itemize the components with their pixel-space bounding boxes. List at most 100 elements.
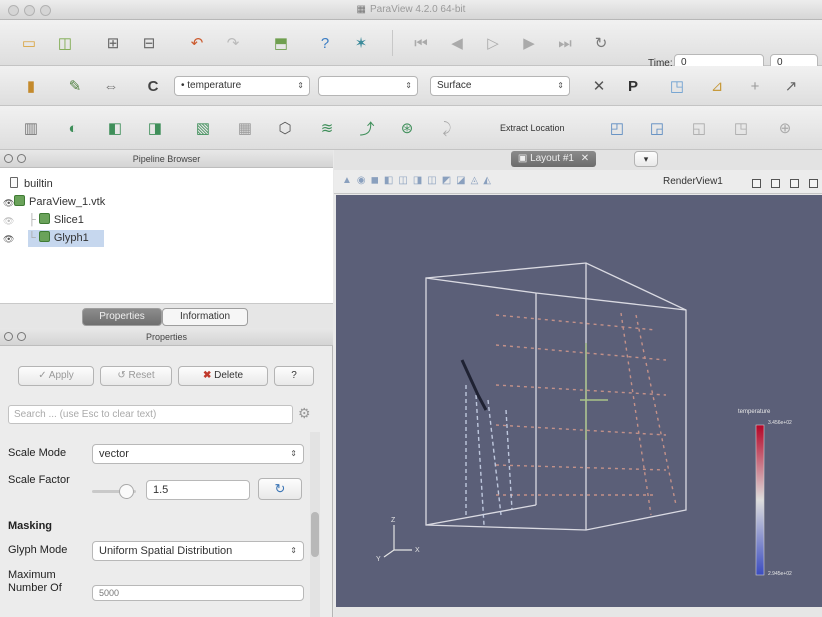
rescale-range-icon[interactable]: ⇔ (100, 75, 122, 97)
custom-range-icon[interactable]: C (142, 75, 164, 97)
masking-heading: Masking (8, 520, 53, 532)
scale-factor-input[interactable]: 1.5 (146, 480, 250, 500)
find-data-icon[interactable]: ✶ (350, 32, 372, 54)
pipeline-item-glyph1[interactable]: └ Glyph1 (28, 230, 104, 247)
main-toolbar: ▭ ◫ ⊞ ⊟ ↶ ↷ ⬒ ? ✶ ⏮ ◀ ▷ ▶ ⏭ ↻ Time: 0 0 (0, 20, 822, 72)
close-tab-icon[interactable]: ✕ (581, 153, 589, 164)
svg-text:Y: Y (376, 556, 381, 563)
reset-camera-icon[interactable]: ✕ (588, 75, 610, 97)
svg-text:Z: Z (391, 517, 396, 524)
data-source-icon (14, 195, 25, 206)
edit-colormap-icon[interactable]: ✎ (64, 75, 86, 97)
chevron-updown-icon: ⇕ (405, 81, 412, 90)
tab-information[interactable]: Information (162, 308, 248, 326)
visibility-eye-icon[interactable]: 👁 (3, 234, 14, 245)
camera-tools-icons[interactable]: ▲◉◼◧◫◨◫◩◪◬◭ (342, 175, 496, 186)
play-icon[interactable]: ▷ (482, 32, 504, 54)
help-button[interactable]: ? (274, 366, 314, 386)
window-title: ▦ ParaView 4.2.0 64-bit (356, 4, 466, 15)
view-toolbar: ▲◉◼◧◫◨◫◩◪◬◭ (334, 170, 822, 194)
select-points-on-icon[interactable]: ◲ (646, 117, 668, 139)
scale-factor-label: Scale Factor (8, 474, 70, 486)
maximize-view-icon[interactable] (790, 179, 799, 188)
render-scene: Z X Y (376, 262, 765, 576)
reset-button[interactable]: ↺ Reset (100, 366, 172, 386)
split-horizontal-icon[interactable] (752, 179, 761, 188)
advanced-properties-gear-icon[interactable]: ⚙ (298, 405, 311, 422)
toggle-color-legend-icon[interactable]: ▮ (20, 75, 42, 97)
first-frame-icon[interactable]: ⏮ (410, 32, 432, 54)
pipeline-item-slice1[interactable]: ├ Slice1 (28, 212, 188, 229)
open-file-icon[interactable]: ▭ (18, 32, 40, 54)
previous-frame-icon[interactable]: ◀ (446, 32, 468, 54)
disconnect-server-icon[interactable]: ⊟ (138, 32, 160, 54)
threshold-icon[interactable]: ▧ (192, 117, 214, 139)
render-viewport[interactable]: Z X Y temperature 3.456e+02 2.945e+02 (336, 195, 822, 607)
select-cells-on-icon[interactable]: ◰ (606, 117, 628, 139)
close-panel-icon[interactable] (4, 154, 13, 163)
split-vertical-icon[interactable] (771, 179, 780, 188)
tab-properties[interactable]: Properties (82, 308, 162, 326)
undo-icon[interactable]: ↶ (186, 32, 208, 54)
scale-mode-select[interactable]: vector ⇕ (92, 444, 304, 464)
contour-icon[interactable]: ◐ (62, 117, 84, 139)
extract-level-icon[interactable]: ⤸ (436, 117, 458, 139)
apply-button[interactable]: ✓ Apply (18, 366, 94, 386)
interaction-mode-icon[interactable]: ◳ (666, 75, 688, 97)
next-frame-icon[interactable]: ▶ (518, 32, 540, 54)
reset-session-icon[interactable]: ⬒ (270, 32, 292, 54)
properties-search-input[interactable]: Search ... (use Esc to clear text) (8, 405, 293, 424)
group-datasets-icon[interactable]: ⊛ (396, 117, 418, 139)
view-horizontal-scrollbar[interactable] (334, 607, 822, 617)
stream-tracer-icon[interactable]: ≋ (316, 117, 338, 139)
paraview-app-icon: ▦ (356, 4, 366, 15)
last-frame-icon[interactable]: ⏭ (554, 32, 576, 54)
window-title-bar: ▦ ParaView 4.2.0 64-bit (0, 0, 822, 20)
extract-subset-icon[interactable]: ▦ (234, 117, 256, 139)
clip-icon[interactable]: ◧ (104, 117, 126, 139)
scale-mode-label: Scale Mode (8, 447, 67, 459)
pipeline-item-builtin[interactable]: builtin (10, 176, 210, 193)
connect-server-icon[interactable]: ⊞ (102, 32, 124, 54)
new-layout-tab-button[interactable]: ▾ (634, 151, 658, 167)
properties-scrollbar-thumb[interactable] (311, 512, 319, 557)
select-points-through-icon[interactable]: ◳ (730, 117, 752, 139)
tab-layout-1[interactable]: ▣ Layout #1 ✕ (511, 151, 596, 167)
component-select[interactable]: ⇕ (318, 76, 418, 96)
clear-selection-icon[interactable]: ⊕ (774, 117, 796, 139)
color-by-select[interactable]: • temperature ⇕ (174, 76, 310, 96)
rotate-90-icon[interactable]: ↗ (780, 75, 802, 97)
tree-branch-icon: ├ (28, 214, 39, 226)
colorbar-title: temperature (738, 409, 771, 415)
help-icon[interactable]: ? (314, 32, 336, 54)
visibility-eye-icon[interactable]: 👁 (3, 198, 14, 209)
close-panel-icon[interactable] (4, 332, 13, 341)
delete-button[interactable]: ✖ Delete (178, 366, 268, 386)
representation-toolbar: ▮ ✎ ⇔ C • temperature ⇕ ⇕ Surface ⇕ ✕ P ◳ … (0, 66, 822, 106)
chevron-updown-icon: ⇕ (290, 449, 297, 458)
glyph-mode-select[interactable]: Uniform Spatial Distribution ⇕ (92, 541, 304, 561)
warp-vector-icon[interactable]: ⤴ (356, 117, 378, 139)
visibility-eye-icon[interactable]: 👁 (3, 216, 14, 227)
float-panel-icon[interactable] (17, 332, 26, 341)
representation-select[interactable]: Surface ⇕ (430, 76, 570, 96)
pipeline-item-paraview-vtk[interactable]: ParaView_1.vtk (14, 194, 214, 211)
float-panel-icon[interactable] (17, 154, 26, 163)
extract-location-label: Extract Location (500, 123, 565, 133)
redo-icon[interactable]: ↷ (222, 32, 244, 54)
render-view-label: RenderView1 (663, 176, 723, 187)
chevron-updown-icon: ⇕ (297, 81, 304, 90)
zoom-to-data-icon[interactable]: P (622, 75, 644, 97)
close-view-icon[interactable] (809, 179, 818, 188)
max-points-input[interactable]: 5000 (92, 585, 304, 601)
calculator-icon[interactable]: ▥ (20, 117, 42, 139)
view-direction-icon[interactable]: + (744, 75, 766, 97)
slice-icon[interactable]: ◨ (144, 117, 166, 139)
scale-factor-slider-handle[interactable] (119, 484, 134, 499)
axes-grid-icon[interactable]: ⊿ (706, 75, 728, 97)
save-data-icon[interactable]: ◫ (54, 32, 76, 54)
loop-icon[interactable]: ↻ (590, 32, 612, 54)
select-cells-through-icon[interactable]: ◱ (688, 117, 710, 139)
glyph-icon[interactable]: ⬡ (274, 117, 296, 139)
reset-to-default-icon[interactable]: ↻ (258, 478, 302, 500)
